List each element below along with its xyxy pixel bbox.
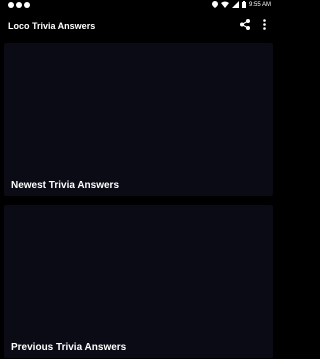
share-button[interactable] [238,19,252,33]
share-icon [240,17,250,35]
status-notifications [8,2,30,8]
notification-icon [8,2,14,8]
newest-trivia-answers-card[interactable]: Newest Trivia Answers [4,43,273,196]
app-bar: Loco Trivia Answers [0,13,279,40]
app-screen: 9:55 AM Loco Trivia Answers Newest Trivi… [0,0,279,359]
more-vertical-icon [262,17,266,35]
status-bar: 9:55 AM [0,0,279,13]
location-icon [211,1,218,8]
notification-icon [16,2,22,8]
previous-trivia-answers-card[interactable]: Previous Trivia Answers [4,205,273,358]
battery-icon [241,1,246,8]
newest-trivia-answers-label: Newest Trivia Answers [11,180,120,191]
app-title: Loco Trivia Answers [8,21,96,31]
overflow-menu-button[interactable] [259,19,269,33]
wifi-icon [220,1,229,8]
notification-icon [24,2,30,8]
status-time: 9:55 AM [248,1,271,8]
status-system-icons: 9:55 AM [211,1,271,8]
signal-icon [231,1,239,8]
previous-trivia-answers-label: Previous Trivia Answers [11,342,127,353]
